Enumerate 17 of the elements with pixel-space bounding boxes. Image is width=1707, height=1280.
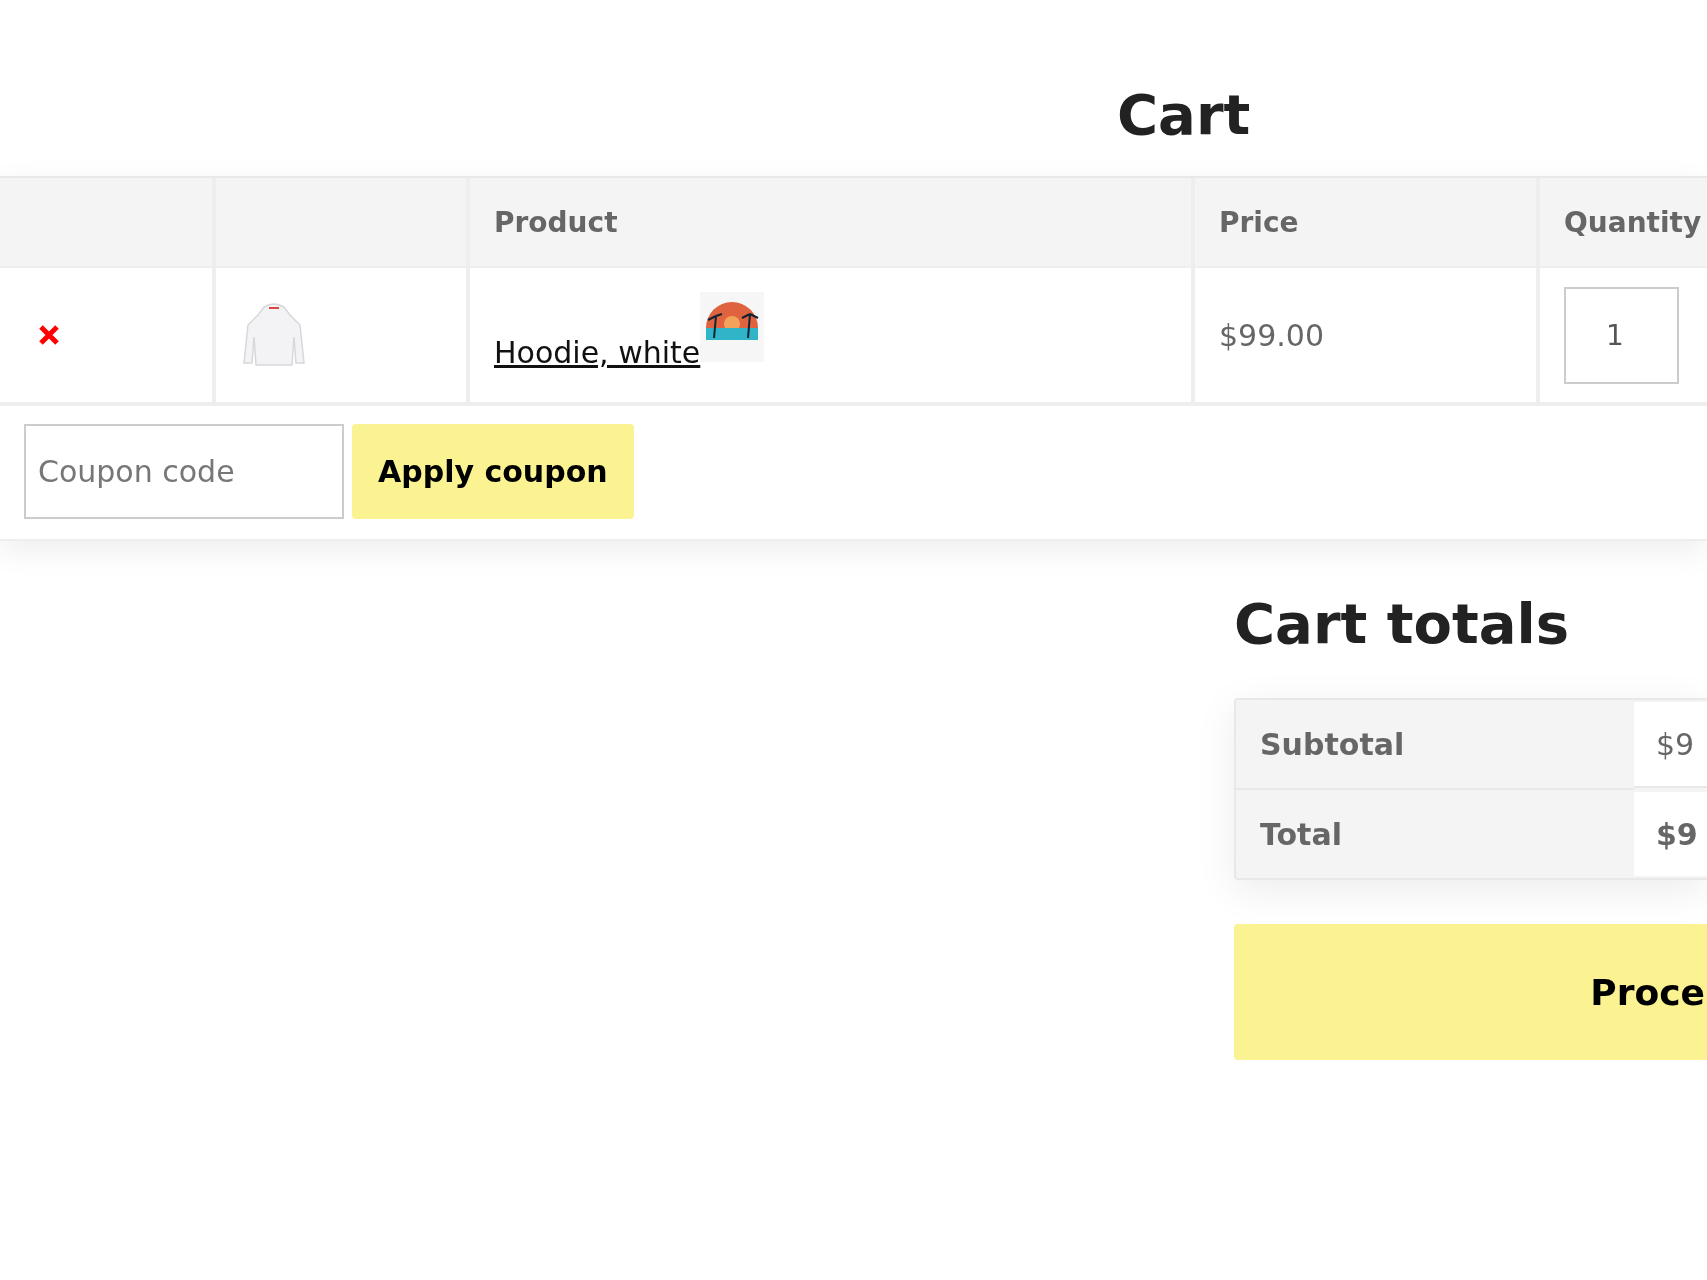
product-link[interactable]: Hoodie, white	[494, 335, 701, 370]
totals-title: Cart totals	[1234, 591, 1571, 656]
totals-value: $9	[1634, 702, 1707, 788]
beach-sunset-thumbnail	[700, 292, 765, 362]
remove-icon[interactable]	[38, 324, 60, 346]
price-text: $99.00	[1219, 317, 1324, 353]
quantity-field[interactable]: 1	[1564, 286, 1679, 384]
column-header: Product	[470, 178, 1191, 266]
column-header: Quantity	[1540, 178, 1707, 266]
hoodie-thumbnail[interactable]	[240, 301, 308, 369]
checkout-button[interactable]: Proce	[1234, 924, 1707, 1060]
column-header: Price	[1195, 178, 1536, 266]
page-title: Cart	[1116, 81, 1252, 149]
totals-label: Total	[1259, 815, 1343, 854]
totals-value: $9	[1634, 792, 1707, 876]
coupon-field[interactable]: Coupon code	[24, 424, 344, 519]
apply-coupon-button[interactable]: Apply coupon	[352, 424, 634, 519]
